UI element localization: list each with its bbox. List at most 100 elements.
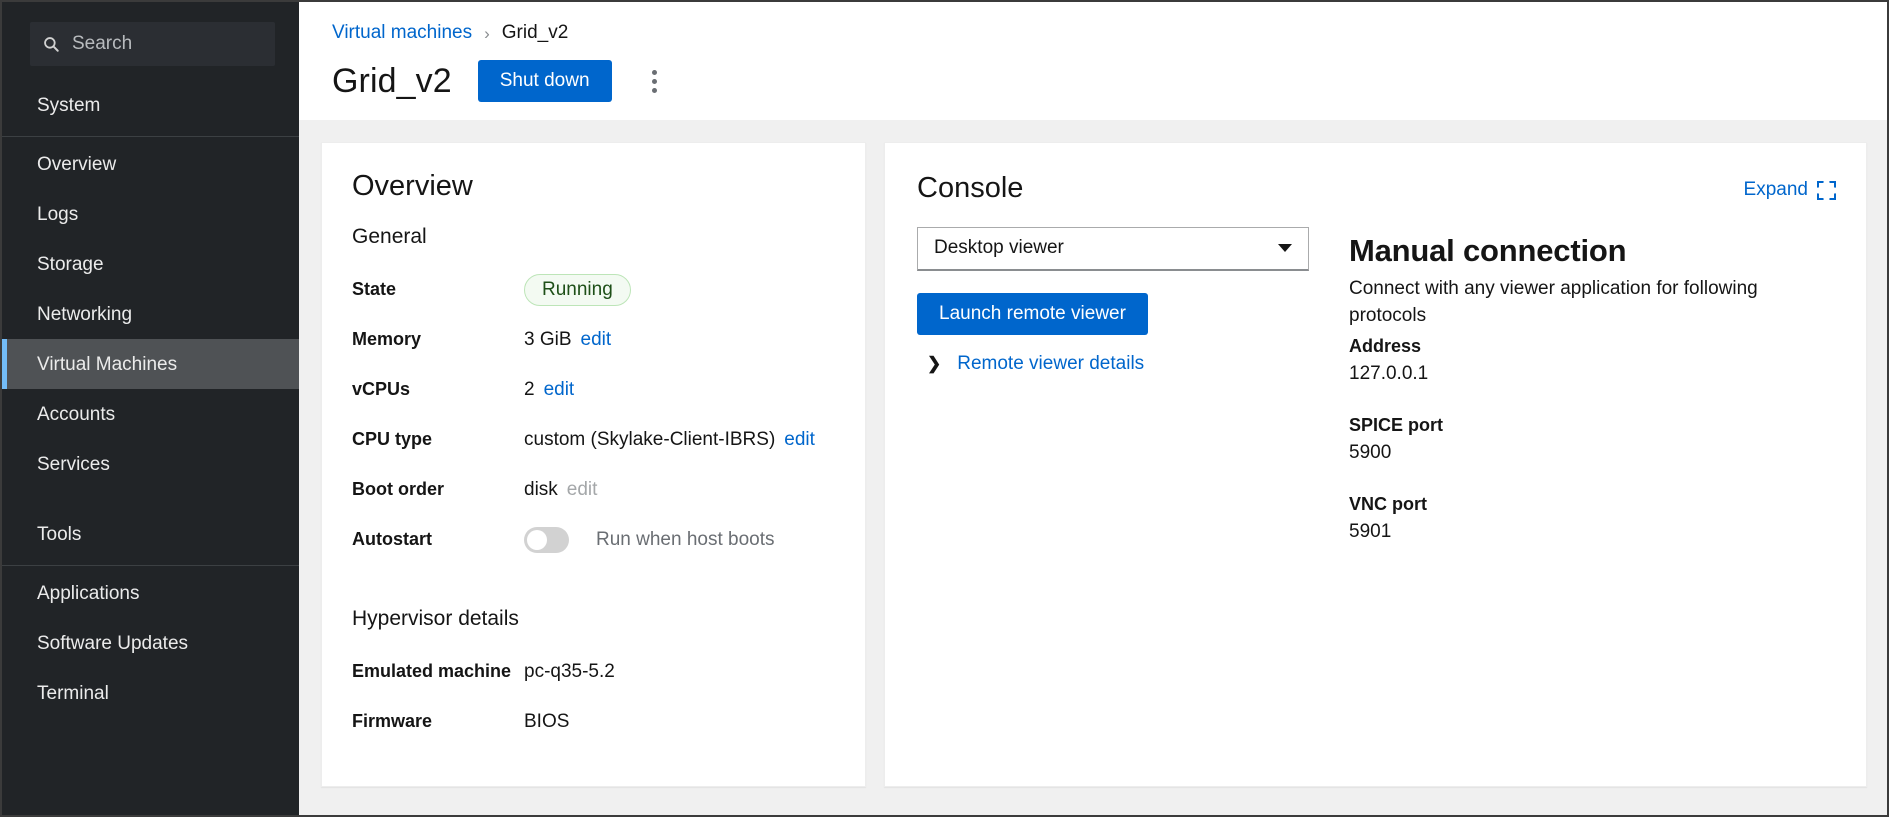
edit-vcpus-link[interactable]: edit [544, 379, 575, 401]
kebab-dot-1 [652, 69, 658, 75]
nav-group-system: System Overview Logs Storage Networking … [2, 80, 299, 489]
breadcrumb-separator-icon: › [484, 23, 490, 43]
vnc-port-value: 5901 [1349, 520, 1392, 542]
autostart-toggle-label: Run when host boots [596, 528, 775, 550]
chevron-right-icon: ❯ [927, 354, 942, 374]
sidebar: System Overview Logs Storage Networking … [2, 2, 299, 815]
breadcrumb-current: Grid_v2 [501, 22, 569, 43]
kebab-dot-3 [652, 87, 658, 93]
chevron-down-icon [1278, 244, 1292, 253]
memory-value: 3 GiB [524, 328, 572, 350]
value-memory: 3 GiB edit [524, 329, 611, 351]
sidebar-item-overview[interactable]: Overview [2, 139, 299, 189]
vcpus-value: 2 [524, 378, 535, 400]
shut-down-button[interactable]: Shut down [477, 60, 612, 102]
sidebar-item-applications[interactable]: Applications [2, 568, 299, 618]
manual-field-vnc-port: VNC port 5901 [1349, 494, 1836, 543]
manual-field-address: Address 127.0.0.1 [1349, 336, 1836, 385]
row-boot-order: Boot order disk edit [352, 465, 835, 515]
edit-cpu-type-link[interactable]: edit [784, 429, 815, 451]
spice-port-value: 5900 [1349, 441, 1392, 463]
hypervisor-section-title: Hypervisor details [352, 606, 519, 630]
nav-header-tools: Tools [37, 523, 82, 545]
manual-connection-title: Manual connection [1349, 232, 1627, 268]
edit-memory-link[interactable]: edit [581, 329, 612, 351]
viewer-type-value: Desktop viewer [934, 237, 1064, 259]
sidebar-item-accounts[interactable]: Accounts [2, 389, 299, 439]
page-title: Grid_v2 [332, 61, 452, 100]
autostart-toggle[interactable] [524, 526, 569, 553]
row-cpu-type: CPU type custom (Skylake-Client-IBRS) ed… [352, 415, 835, 465]
sidebar-item-networking[interactable]: Networking [2, 289, 299, 339]
remote-viewer-details-toggle[interactable]: ❯ Remote viewer details [917, 347, 1309, 375]
general-list: State Running Memory 3 GiB edit vCPUs 2 … [352, 265, 835, 565]
vnc-port-label: VNC port [1349, 493, 1427, 514]
launch-remote-viewer-button[interactable]: Launch remote viewer [917, 292, 1148, 335]
content-area: Overview General State Running Memory 3 … [299, 120, 1887, 815]
manual-connection-panel: Manual connection Connect with any viewe… [1349, 227, 1836, 573]
viewer-type-select[interactable]: Desktop viewer [917, 226, 1309, 271]
nav-group-tools: Tools Applications Software Updates Term… [2, 509, 299, 718]
value-emulated-machine: pc-q35-5.2 [524, 660, 615, 682]
hypervisor-list: Emulated machine pc-q35-5.2 Firmware BIO… [352, 647, 835, 747]
console-card-title: Console [917, 172, 1024, 204]
nav-divider-1 [2, 136, 299, 137]
label-state: State [352, 279, 397, 300]
breadcrumb: Virtual machines › Grid_v2 [299, 18, 1887, 48]
row-state: State Running [352, 265, 835, 315]
edit-boot-order-link: edit [566, 478, 598, 500]
row-emulated-machine: Emulated machine pc-q35-5.2 [352, 647, 835, 697]
label-memory: Memory [352, 329, 422, 350]
sidebar-item-software-updates[interactable]: Software Updates [2, 618, 299, 668]
sidebar-item-services[interactable]: Services [2, 439, 299, 489]
manual-field-spice-port: SPICE port 5900 [1349, 415, 1836, 464]
console-body: Desktop viewer Launch remote viewer ❯ Re… [917, 226, 1836, 573]
address-value: 127.0.0.1 [1349, 362, 1429, 384]
page-header: Virtual machines › Grid_v2 Grid_v2 Shut … [299, 2, 1887, 120]
expand-label: Expand [1743, 179, 1808, 200]
overview-card: Overview General State Running Memory 3 … [321, 142, 866, 787]
label-boot-order: Boot order [352, 479, 444, 500]
breadcrumb-link-virtual-machines[interactable]: Virtual machines [332, 22, 472, 44]
nav-header-system: System [37, 94, 101, 116]
spice-port-label: SPICE port [1349, 414, 1444, 435]
remote-viewer-details-label: Remote viewer details [957, 352, 1145, 374]
search-input[interactable] [72, 33, 263, 55]
expand-console-button[interactable]: Expand [1744, 179, 1836, 201]
value-vcpus: 2 edit [524, 379, 574, 401]
status-badge: Running [524, 273, 631, 306]
label-vcpus: vCPUs [352, 379, 411, 400]
kebab-dot-2 [652, 78, 658, 84]
console-controls: Desktop viewer Launch remote viewer ❯ Re… [917, 226, 1309, 375]
value-state: Running [524, 273, 631, 306]
title-row: Grid_v2 Shut down [299, 48, 1887, 120]
label-cpu-type: CPU type [352, 429, 433, 450]
address-label: Address [1349, 335, 1422, 356]
row-firmware: Firmware BIOS [352, 697, 835, 747]
value-firmware: BIOS [524, 710, 570, 732]
main-area: Virtual machines › Grid_v2 Grid_v2 Shut … [299, 2, 1887, 815]
row-autostart: Autostart Run when host boots [352, 515, 835, 565]
expand-icon [1817, 180, 1836, 200]
label-emulated-machine: Emulated machine [352, 661, 512, 682]
sidebar-item-terminal[interactable]: Terminal [2, 668, 299, 718]
console-header: Console Expand [917, 172, 1836, 227]
cpu-type-value: custom (Skylake-Client-IBRS) [524, 428, 776, 450]
autostart-toggle-knob [527, 529, 547, 550]
value-cpu-type: custom (Skylake-Client-IBRS) edit [524, 429, 815, 451]
label-autostart: Autostart [352, 529, 432, 550]
sidebar-item-virtual-machines[interactable]: Virtual Machines [2, 339, 299, 389]
sidebar-item-logs[interactable]: Logs [2, 189, 299, 239]
console-card: Console Expand Desktop viewer Launch rem… [884, 142, 1867, 787]
search-box[interactable] [30, 22, 275, 66]
overview-card-title: Overview [352, 170, 473, 202]
more-actions-icon[interactable] [638, 64, 672, 98]
value-boot-order: disk edit [524, 479, 597, 501]
sidebar-item-storage[interactable]: Storage [2, 239, 299, 289]
value-autostart: Run when host boots [524, 526, 775, 553]
label-firmware: Firmware [352, 711, 433, 732]
cockpit-window: System Overview Logs Storage Networking … [0, 0, 1889, 817]
manual-connection-description: Connect with any viewer application for … [1349, 277, 1758, 327]
boot-order-value: disk [524, 478, 558, 500]
